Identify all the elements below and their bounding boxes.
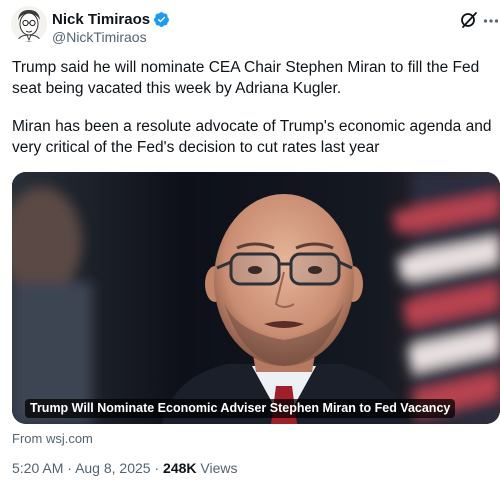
views-count: 248K [163,460,197,476]
author-name-row: Nick Timiraos [52,10,170,28]
views-label: Views [200,460,238,476]
link-card[interactable]: Trump Will Nominate Economic Adviser Ste… [12,172,500,424]
avatar[interactable] [11,6,47,42]
meta-separator: · [154,460,160,476]
author-display-name[interactable]: Nick Timiraos [52,11,150,28]
tweet-paragraph: Miran has been a resolute advocate of Tr… [12,118,492,156]
verified-badge-icon[interactable] [153,11,170,28]
tweet-meta: 5:20 AM · Aug 8, 2025 · 248K Views [12,460,237,476]
more-options-icon[interactable] [483,18,499,24]
tweet-time[interactable]: 5:20 AM [12,460,63,476]
link-card-title[interactable]: Trump Will Nominate Economic Adviser Ste… [25,399,456,418]
meta-separator: · [67,460,72,476]
tweet-paragraph: Trump said he will nominate CEA Chair St… [12,59,480,97]
author-handle[interactable]: @NickTimiraos [52,29,147,45]
link-card-source[interactable]: From wsj.com [12,431,93,446]
article-photo [12,172,500,424]
tweet-date[interactable]: Aug 8, 2025 [75,460,151,476]
grok-icon[interactable] [459,10,479,30]
tweet-text: Trump said he will nominate CEA Chair St… [12,57,496,158]
sketch-portrait-avatar-icon [11,6,47,42]
